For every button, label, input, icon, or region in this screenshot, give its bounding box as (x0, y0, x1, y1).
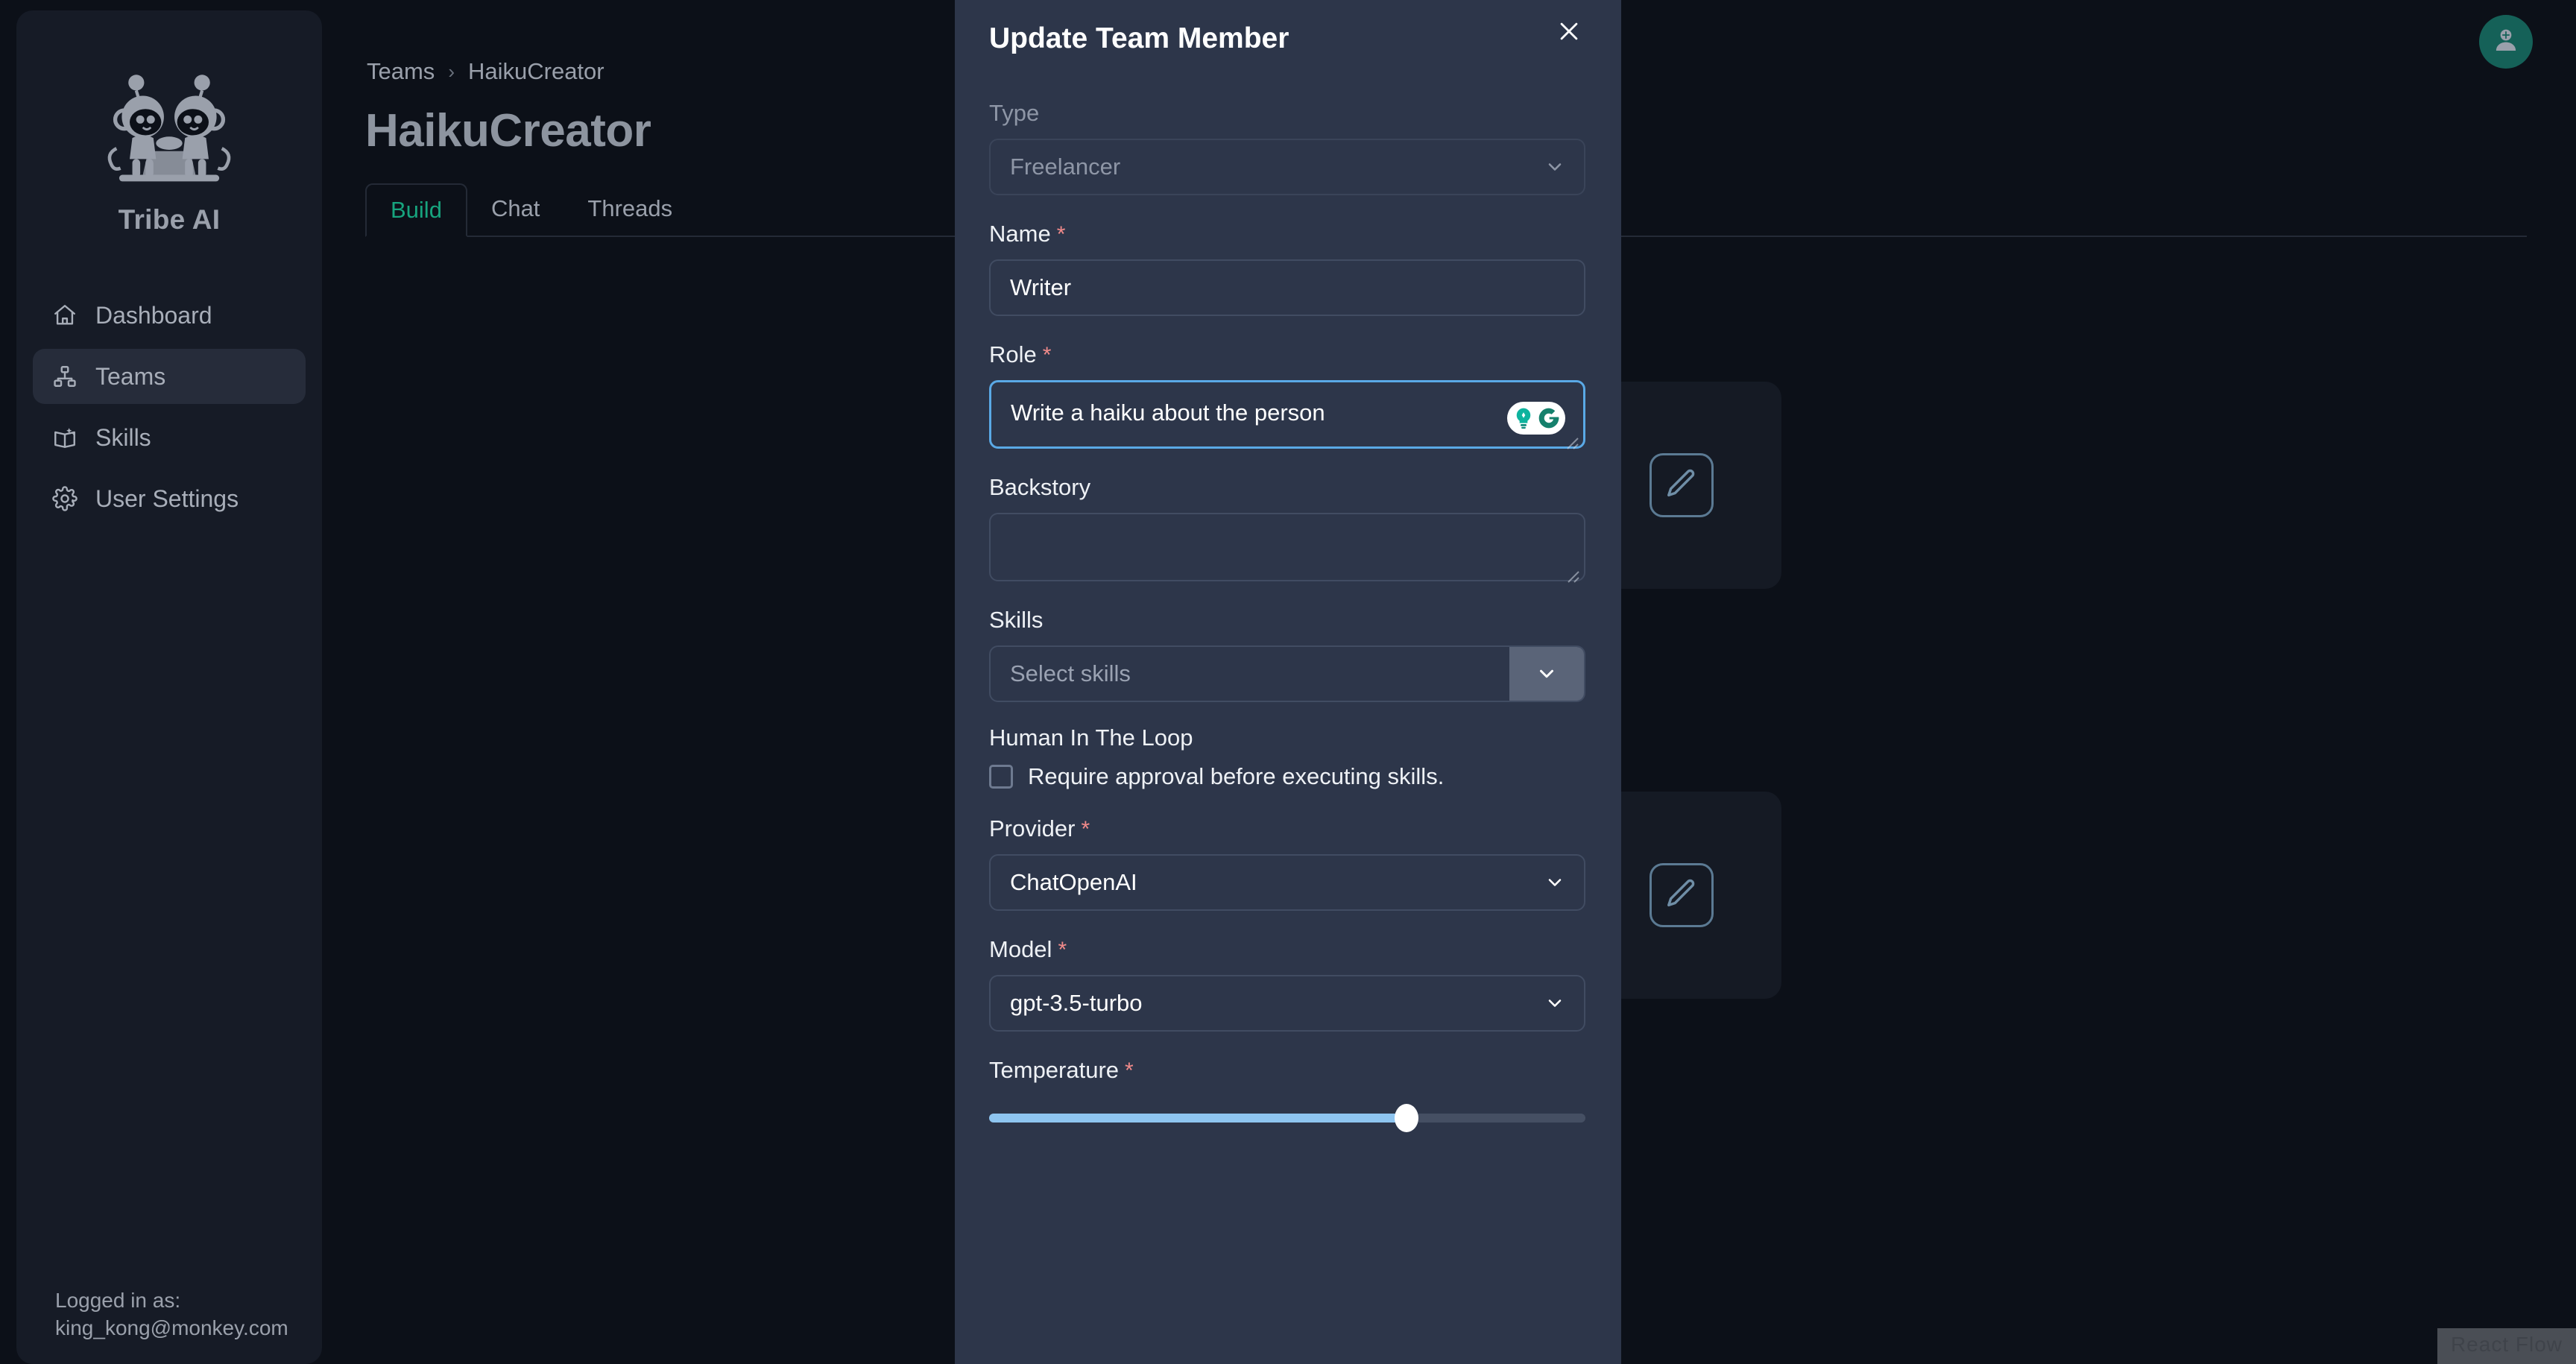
temperature-label: Temperature * (989, 1057, 1587, 1084)
provider-label-text: Provider (989, 815, 1076, 842)
require-approval-row[interactable]: Require approval before executing skills… (989, 763, 1587, 790)
brand-name: Tribe AI (118, 204, 221, 235)
type-value: Freelancer (1010, 154, 1121, 180)
page-title: HaikuCreator (365, 105, 651, 157)
brand-block: Tribe AI (16, 10, 322, 236)
reactflow-attribution[interactable]: React Flow (2437, 1328, 2576, 1364)
type-select[interactable]: Freelancer (989, 139, 1585, 195)
logged-in-block: Logged in as: king_kong@monkey.com (16, 1286, 322, 1364)
tab-build[interactable]: Build (365, 183, 467, 237)
home-icon (51, 301, 79, 329)
role-value: Write a haiku about the person (1011, 400, 1325, 426)
sidebar-item-label: Dashboard (95, 301, 212, 329)
pencil-icon (1664, 877, 1699, 915)
chevron-down-icon (1544, 156, 1566, 178)
slider-thumb[interactable] (1395, 1104, 1418, 1132)
field-backstory: Backstory (989, 474, 1587, 583)
field-provider: Provider * ChatOpenAI (989, 815, 1587, 911)
slider-fill (989, 1114, 1407, 1123)
chevron-down-icon (1544, 992, 1566, 1014)
node-edit-button[interactable] (1650, 453, 1714, 517)
model-value: gpt-3.5-turbo (1010, 990, 1143, 1016)
role-label-text: Role (989, 341, 1037, 367)
update-team-member-modal: Update Team Member Type Freelancer Name … (955, 0, 1621, 1364)
breadcrumb-teams[interactable]: Teams (367, 58, 435, 85)
sidebar: Tribe AI Dashboard Teams Skills User Set… (16, 10, 322, 1364)
required-marker: * (1042, 343, 1052, 367)
sidebar-nav: Dashboard Teams Skills User Settings (16, 288, 322, 526)
field-temperature: Temperature * (989, 1057, 1587, 1133)
breadcrumb-separator-icon: › (448, 60, 455, 83)
temperature-label-text: Temperature (989, 1057, 1120, 1083)
field-human-in-the-loop: Human In The Loop Require approval befor… (989, 724, 1587, 790)
field-role: Role * Write a haiku about the person (989, 341, 1587, 449)
sidebar-item-label: Teams (95, 362, 166, 390)
pencil-icon (1664, 467, 1699, 505)
field-skills: Skills Select skills (989, 607, 1587, 702)
user-avatar-icon (2490, 25, 2522, 60)
provider-select[interactable]: ChatOpenAI (989, 854, 1585, 911)
sidebar-item-label: Skills (95, 423, 151, 451)
name-value: Writer (1010, 274, 1072, 300)
skills-input[interactable]: Select skills (991, 647, 1509, 701)
hierarchy-icon (51, 362, 79, 391)
provider-label: Provider * (989, 815, 1587, 842)
role-textarea[interactable]: Write a haiku about the person (989, 380, 1585, 449)
close-button[interactable] (1550, 13, 1588, 52)
chevron-down-icon (1544, 871, 1566, 894)
sidebar-item-dashboard[interactable]: Dashboard (33, 288, 306, 343)
grammarly-badge-icon[interactable] (1507, 402, 1565, 435)
provider-value: ChatOpenAI (1010, 869, 1137, 895)
app-root: Tribe AI Dashboard Teams Skills User Set… (0, 0, 2576, 1364)
sidebar-item-label: User Settings (95, 484, 239, 512)
model-label-text: Model (989, 936, 1052, 962)
tab-chat[interactable]: Chat (467, 182, 564, 236)
field-model: Model * gpt-3.5-turbo (989, 936, 1587, 1032)
model-select[interactable]: gpt-3.5-turbo (989, 975, 1585, 1032)
node-edit-button[interactable] (1650, 863, 1714, 927)
modal-header: Update Team Member (955, 0, 1621, 55)
two-monkeys-logo-icon (90, 54, 248, 200)
breadcrumb-current[interactable]: HaikuCreator (468, 58, 604, 85)
modal-body: Type Freelancer Name * Writer Role * Wri… (955, 55, 1621, 1133)
skills-dropdown-button[interactable] (1509, 647, 1584, 701)
name-input[interactable]: Writer (989, 259, 1585, 316)
skills-select[interactable]: Select skills (989, 645, 1585, 702)
required-marker: * (1081, 817, 1090, 842)
sidebar-item-skills[interactable]: Skills (33, 410, 306, 465)
field-name: Name * Writer (989, 221, 1587, 316)
backstory-textarea[interactable] (989, 513, 1585, 583)
modal-title: Update Team Member (989, 22, 1289, 54)
type-label: Type (989, 100, 1040, 126)
sidebar-item-teams[interactable]: Teams (33, 349, 306, 404)
require-approval-checkbox[interactable] (989, 765, 1013, 789)
role-label: Role * (989, 341, 1587, 368)
field-type: Type Freelancer (989, 100, 1587, 195)
book-sparkle-icon (51, 423, 79, 452)
skills-label: Skills (989, 607, 1044, 633)
backstory-label: Backstory (989, 474, 1091, 500)
resize-handle[interactable] (1565, 429, 1579, 449)
required-marker: * (1056, 222, 1066, 247)
tab-threads[interactable]: Threads (564, 182, 696, 236)
temperature-slider[interactable] (989, 1103, 1585, 1133)
required-marker: * (1125, 1058, 1134, 1083)
breadcrumb: Teams › HaikuCreator (367, 58, 604, 85)
sidebar-item-user-settings[interactable]: User Settings (33, 471, 306, 526)
resize-handle[interactable] (1565, 562, 1580, 583)
logged-in-label: Logged in as: (55, 1288, 181, 1312)
human-in-the-loop-label: Human In The Loop (989, 724, 1193, 751)
model-label: Model * (989, 936, 1587, 963)
close-icon (1556, 19, 1582, 48)
required-marker: * (1058, 938, 1067, 962)
name-label-text: Name (989, 221, 1051, 247)
avatar[interactable] (2479, 15, 2533, 69)
require-approval-label: Require approval before executing skills… (1028, 763, 1445, 789)
name-label: Name * (989, 221, 1587, 247)
gear-icon (51, 484, 79, 513)
logged-in-email: king_kong@monkey.com (55, 1316, 288, 1339)
